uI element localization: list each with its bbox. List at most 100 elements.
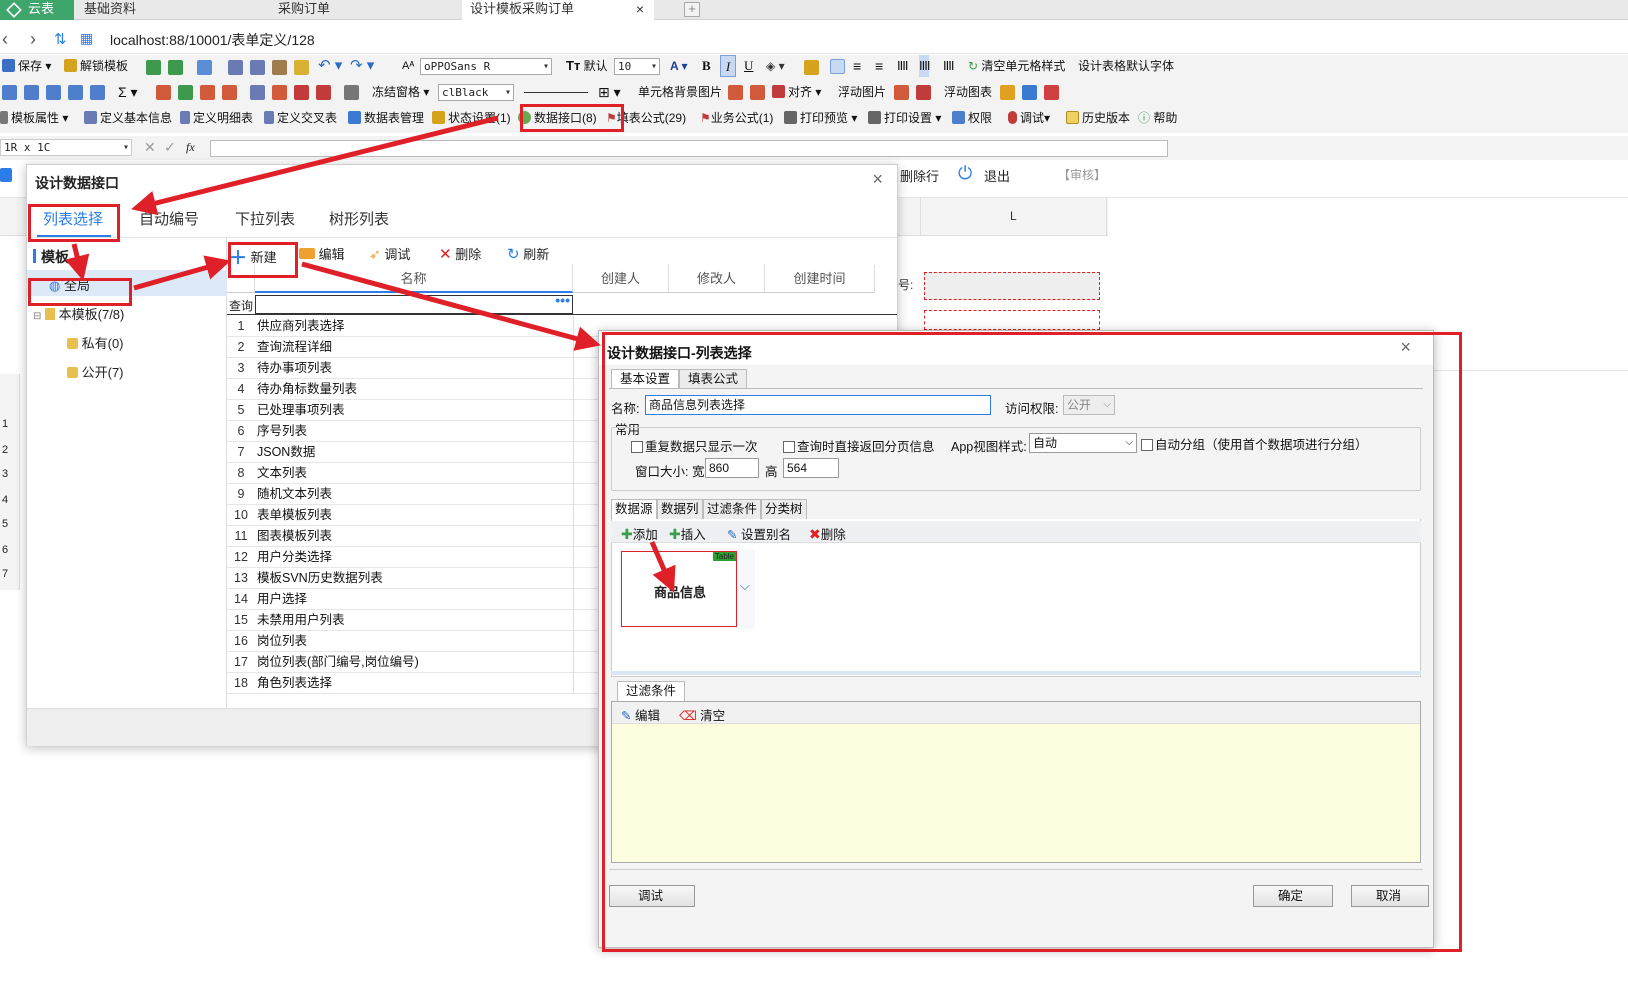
power-icon[interactable]: ⏻ [958,163,972,184]
delete-row-button[interactable]: 删除行 [900,166,939,185]
copy-icon[interactable] [250,60,265,75]
refresh-icon[interactable]: ⇅ [54,30,67,48]
history-button[interactable]: 历史版本 [1066,107,1130,129]
sum-icon[interactable]: Σ ▾ [118,81,138,103]
cut-icon[interactable] [228,60,243,75]
unlock-template-button[interactable]: 解锁模板 [64,55,128,77]
refresh-button[interactable]: ↻ 刷新 [507,244,549,263]
excel-export-icon[interactable] [168,60,183,75]
tab-purchase-order[interactable]: 采购订单 [270,0,460,20]
column-header-creator[interactable]: 创建人 [573,265,669,293]
table-tool-icon[interactable] [344,85,359,100]
fill-color-icon[interactable]: ◈ ▾ [766,55,785,77]
excel-import-icon[interactable] [146,60,161,75]
freeze-panes-button[interactable]: 冻结窗格 ▾ [372,81,429,103]
paste-icon[interactable] [272,60,287,75]
cell-ref-select[interactable]: 1R x 1C [0,139,132,156]
table-tool-icon[interactable] [250,85,265,100]
import-icon[interactable] [197,60,212,75]
tree-item-private[interactable]: 私有(0) [67,333,124,352]
column-header-modifier[interactable]: 修改人 [669,265,765,293]
url-text[interactable]: localhost:88/10001/表单定义/128 [110,30,315,50]
undo-icon[interactable]: ↶ ▾ [318,55,342,77]
help-button[interactable]: ⓘ 帮助 [1138,107,1177,129]
image-tool-icon[interactable] [750,85,765,100]
distribute-icon[interactable]: IIII [897,55,908,77]
table-tool-icon[interactable] [156,85,171,100]
font-size-select[interactable]: 10 [614,58,660,75]
define-basic-button[interactable]: 定义基本信息 [84,107,172,129]
save-button[interactable]: 保存 ▾ [2,55,51,77]
bar-chart-icon[interactable] [1044,85,1059,100]
column-header-name[interactable]: 名称 [255,265,573,293]
bar-chart-icon[interactable] [1022,85,1037,100]
sheet-field-cell[interactable] [924,272,1100,300]
query-input[interactable]: ••• [255,292,573,314]
align-center-icon[interactable]: ≡ [853,55,861,77]
redo-icon[interactable]: ↷ ▾ [350,55,374,77]
back-icon[interactable]: ‹ [2,29,8,50]
edit-button[interactable]: 编辑 [299,244,345,263]
underline-button[interactable]: U [744,55,753,77]
confirm-icon[interactable]: ✓ [164,139,176,156]
align-button[interactable]: 对齐 ▾ [772,81,821,103]
merge-icon[interactable] [90,85,105,100]
font-name-select[interactable]: oPPOSans R [420,58,552,75]
table-tool-icon[interactable] [272,85,287,100]
float-image-button[interactable]: 浮动图片 [838,81,886,103]
float-chart-button[interactable]: 浮动图表 [944,81,992,103]
align-right-icon[interactable]: ≡ [875,55,883,77]
table-tool-icon[interactable] [200,85,215,100]
collapse-icon[interactable]: ⊟ [33,311,41,322]
table-tool-icon[interactable] [316,85,331,100]
color-select[interactable]: clBlack [438,84,514,101]
cell-bg-image-button[interactable]: 单元格背景图片 [638,81,722,103]
line-style-select[interactable] [524,81,588,93]
format-painter-icon[interactable] [294,60,309,75]
permissions-button[interactable]: 权限 [952,107,992,129]
more-icon[interactable]: ••• [555,292,570,308]
image-tool-icon[interactable] [728,85,743,100]
tab-tree-list[interactable]: 树形列表 [329,208,389,229]
spacing-icon[interactable]: IIII [943,55,954,77]
template-props-button[interactable]: 模板属性 ▾ [0,107,68,129]
new-tab-button[interactable]: + [684,2,700,17]
table-tool-icon[interactable] [222,85,237,100]
cancel-icon[interactable]: ✕ [144,139,156,156]
print-settings-button[interactable]: 打印设置 ▾ [868,107,941,129]
justify-icon[interactable]: IIII [919,55,930,77]
italic-button[interactable]: I [720,55,736,77]
close-icon[interactable]: × [872,169,883,190]
debug-button[interactable]: 调试▾ [1008,107,1050,129]
image-tool-icon[interactable] [894,85,909,100]
bar-chart-icon[interactable] [1000,85,1015,100]
tab-auto-number[interactable]: 自动编号 [139,208,199,229]
sheet-save-icon[interactable] [0,168,12,182]
lock-cell-icon[interactable] [804,60,819,75]
font-default-button[interactable]: Tт 默认 [566,55,608,77]
table-tool-icon[interactable] [178,85,193,100]
print-preview-button[interactable]: 打印预览 ▾ [784,107,857,129]
formula-input[interactable] [210,140,1168,157]
insert-row-icon[interactable] [2,85,17,100]
define-cross-button[interactable]: 定义交叉表 [264,107,337,129]
delete-button[interactable]: ✕ 删除 [439,244,481,263]
define-detail-button[interactable]: 定义明细表 [180,107,253,129]
tree-item-this-template[interactable]: ⊟ 本模板(7/8) [33,304,124,323]
clear-cell-style-button[interactable]: ↻ 清空单元格样式 [968,55,1065,77]
delete-col-icon[interactable] [68,85,83,100]
font-color-icon[interactable]: A ▾ [670,55,688,77]
design-default-font-button[interactable]: 设计表格默认字体 [1078,55,1174,77]
image-tool-icon[interactable] [916,85,931,100]
sheet-field-cell[interactable] [924,310,1100,330]
tab-design-template[interactable]: 设计模板采购订单 × [462,0,654,20]
tab-home[interactable]: 云表 [0,0,74,20]
delete-row-icon[interactable] [46,85,61,100]
status-settings-button[interactable]: 状态设置(1) [432,107,511,129]
align-left-icon[interactable] [830,59,845,74]
exit-button[interactable]: 退出 [984,166,1010,185]
forward-icon[interactable]: › [30,29,36,50]
bold-button[interactable]: B [702,55,711,77]
column-header-created-time[interactable]: 创建时间 [765,265,875,293]
apps-icon[interactable]: ▦ [80,30,93,47]
